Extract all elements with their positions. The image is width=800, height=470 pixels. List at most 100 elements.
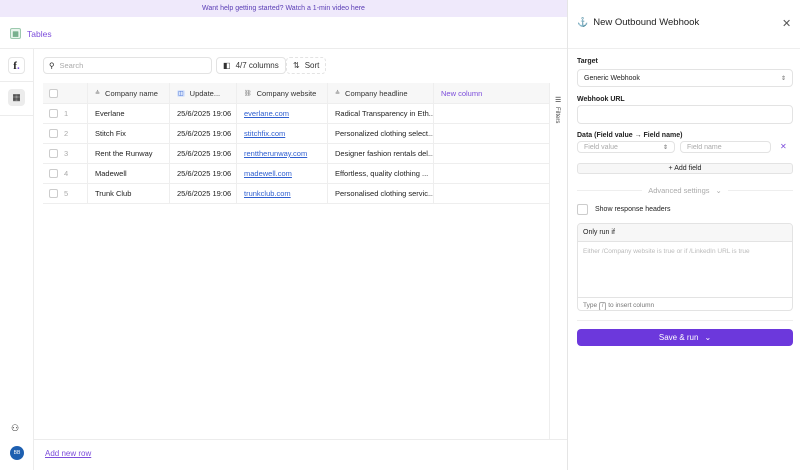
row-checkbox[interactable]	[49, 149, 58, 158]
website-link[interactable]: renttherunway.com	[244, 149, 307, 158]
row-checkbox[interactable]	[49, 129, 58, 138]
insert-column-hint: Type / to insert column	[578, 297, 792, 311]
columns-button[interactable]: ◧4/7 columns	[216, 57, 286, 74]
panel-title: ⚓New Outbound Webhook	[577, 17, 699, 28]
search-input[interactable]	[60, 61, 200, 70]
website-cell[interactable]: stitchfix.com	[237, 124, 328, 143]
text-icon: ≜	[335, 90, 340, 97]
divider	[568, 48, 800, 49]
column-header[interactable]: ≜Company name	[88, 83, 170, 103]
empty-cell[interactable]	[434, 144, 549, 163]
row-number: 2	[64, 129, 68, 138]
table-row[interactable]: 1 Everlane 25/6/2025 19:06 everlane.com …	[43, 104, 549, 124]
website-cell[interactable]: madewell.com	[237, 164, 328, 183]
column-header[interactable]: ≜Company headline	[328, 83, 434, 103]
updated-cell[interactable]: 25/6/2025 19:06	[170, 184, 237, 203]
table-row[interactable]: 2 Stitch Fix 25/6/2025 19:06 stitchfix.c…	[43, 124, 549, 144]
date-icon: ◫	[177, 90, 185, 97]
save-and-run-button[interactable]: Save & run⌄	[577, 329, 793, 346]
only-run-if-label: Only run if	[578, 224, 792, 242]
updated-cell[interactable]: 25/6/2025 19:06	[170, 144, 237, 163]
company-name-cell[interactable]: Everlane	[88, 104, 170, 123]
show-headers-option[interactable]: Show response headers	[577, 204, 671, 215]
company-name-cell[interactable]: Stitch Fix	[88, 124, 170, 143]
chevron-down-icon: ⌄	[704, 333, 711, 342]
invite-user-icon[interactable]: ⚇	[11, 423, 19, 434]
website-cell[interactable]: renttherunway.com	[237, 144, 328, 163]
webhook-panel: ⚓New Outbound Webhook ✕ Target Generic W…	[567, 0, 800, 470]
headline-cell[interactable]: Personalised clothing servic...	[328, 184, 434, 203]
page-title: Tables	[27, 29, 52, 39]
company-name-cell[interactable]: Madewell	[88, 164, 170, 183]
remove-field-icon[interactable]: ✕	[780, 142, 787, 151]
logo[interactable]: f.	[8, 57, 25, 74]
company-name-cell[interactable]: Trunk Club	[88, 184, 170, 203]
webhook-url-input[interactable]	[584, 111, 786, 118]
filter-icon: ☰	[555, 96, 561, 104]
row-checkbox[interactable]	[49, 169, 58, 178]
left-rail: f. ▦	[0, 49, 34, 470]
webhook-url-label: Webhook URL	[577, 96, 625, 103]
company-name-cell[interactable]: Rent the Runway	[88, 144, 170, 163]
search-icon: ⚲	[49, 61, 55, 70]
table-row[interactable]: 5 Trunk Club 25/6/2025 19:06 trunkclub.c…	[43, 184, 549, 204]
columns-icon: ◧	[223, 61, 231, 70]
headline-cell[interactable]: Designer fashion rentals del...	[328, 144, 434, 163]
sort-icon: ⇅	[293, 61, 300, 70]
empty-cell[interactable]	[434, 164, 549, 183]
website-link[interactable]: madewell.com	[244, 169, 292, 178]
row-checkbox[interactable]	[49, 189, 58, 198]
website-cell[interactable]: everlane.com	[237, 104, 328, 123]
website-link[interactable]: stitchfix.com	[244, 129, 285, 138]
empty-cell[interactable]	[434, 104, 549, 123]
select-all-checkbox[interactable]	[49, 89, 58, 98]
updated-cell[interactable]: 25/6/2025 19:06	[170, 104, 237, 123]
chevron-down-icon: ⌄	[716, 186, 722, 195]
target-select[interactable]: Generic Webhook⇕	[577, 69, 793, 87]
condition-input[interactable]	[578, 242, 792, 295]
divider	[0, 48, 567, 49]
breadcrumb[interactable]: ▦ Tables	[10, 27, 52, 40]
headline-cell[interactable]: Radical Transparency in Eth...	[328, 104, 434, 123]
headline-cell[interactable]: Personalized clothing select...	[328, 124, 434, 143]
updated-cell[interactable]: 25/6/2025 19:06	[170, 124, 237, 143]
table-header: ≜Company name ◫Update... ⛓Company websit…	[43, 83, 549, 104]
headline-cell[interactable]: Effortless, quality clothing ...	[328, 164, 434, 183]
column-header[interactable]: ◫Update...	[170, 83, 237, 103]
table-row[interactable]: 4 Madewell 25/6/2025 19:06 madewell.com …	[43, 164, 549, 184]
chevron-updown-icon: ⇕	[781, 75, 786, 82]
add-new-row-link[interactable]: Add new row	[45, 449, 91, 458]
table-icon: ▦	[12, 92, 21, 103]
tables-nav-button[interactable]: ▦	[8, 89, 25, 106]
new-column-button[interactable]: New column	[434, 83, 549, 103]
add-field-button[interactable]: + Add field	[577, 163, 793, 174]
empty-cell[interactable]	[434, 124, 549, 143]
divider	[0, 115, 34, 116]
field-value-select[interactable]: Field value⇕	[577, 141, 675, 153]
search-box[interactable]: ⚲	[43, 57, 212, 74]
row-number: 4	[64, 169, 68, 178]
empty-cell[interactable]	[434, 184, 549, 203]
webhook-url-field[interactable]	[577, 105, 793, 124]
show-headers-checkbox[interactable]	[577, 204, 588, 215]
table-row[interactable]: 3 Rent the Runway 25/6/2025 19:06 rentth…	[43, 144, 549, 164]
sort-button[interactable]: ⇅Sort	[286, 57, 326, 74]
table-icon: ▦	[10, 28, 21, 39]
filters-toggle[interactable]: ☰ Filters	[549, 83, 567, 439]
target-label: Target	[577, 58, 598, 65]
field-name-input[interactable]	[687, 144, 764, 151]
website-link[interactable]: trunkclub.com	[244, 189, 291, 198]
avatar[interactable]: BB	[10, 446, 24, 460]
website-link[interactable]: everlane.com	[244, 109, 289, 118]
link-icon: ⛓	[244, 90, 252, 97]
advanced-settings-toggle[interactable]: Advanced settings⌄	[577, 186, 793, 195]
divider	[34, 439, 567, 440]
website-cell[interactable]: trunkclub.com	[237, 184, 328, 203]
field-name-field[interactable]	[680, 141, 771, 153]
close-icon[interactable]: ✕	[782, 17, 791, 30]
row-checkbox[interactable]	[49, 109, 58, 118]
column-header[interactable]: ⛓Company website	[237, 83, 328, 103]
divider	[0, 81, 34, 82]
updated-cell[interactable]: 25/6/2025 19:06	[170, 164, 237, 183]
help-banner[interactable]: Want help getting started? Watch a 1-min…	[0, 0, 567, 17]
